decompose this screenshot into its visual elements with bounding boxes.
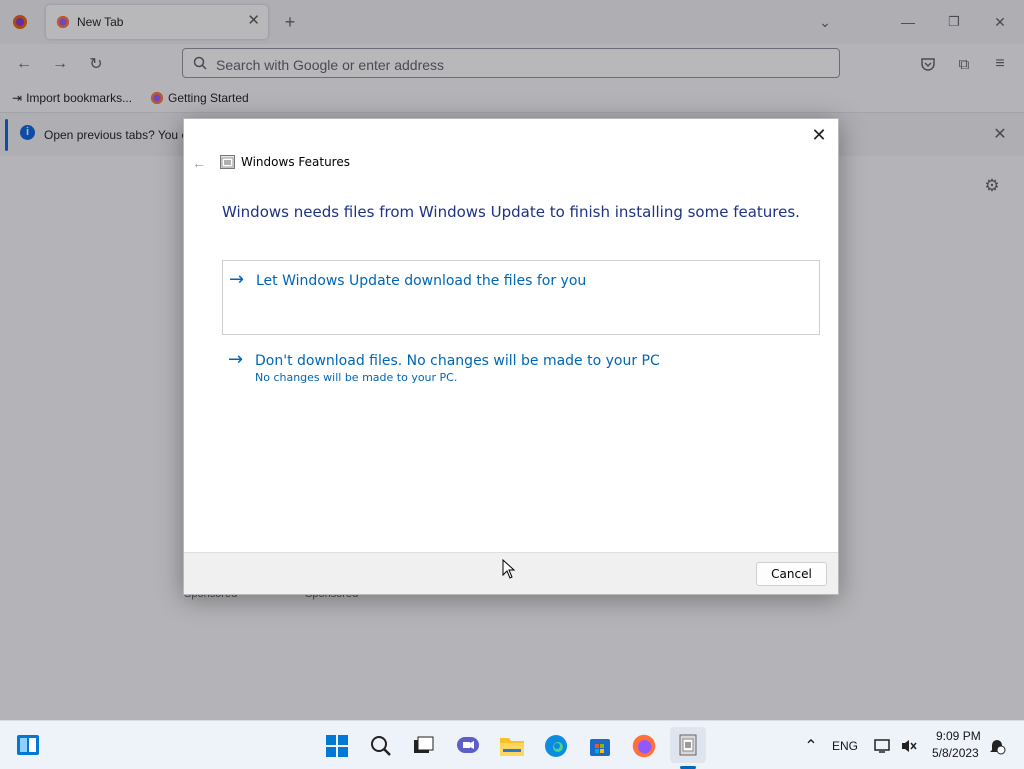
dialog-back-icon[interactable]: ← <box>190 155 208 171</box>
windows-features-taskbar-icon[interactable] <box>670 727 706 763</box>
option-dont-download[interactable]: → Don't download files. No changes will … <box>222 341 820 391</box>
clock-time[interactable]: 9:09 PM <box>936 729 981 743</box>
option-label: Let Windows Update download the files fo… <box>256 273 587 289</box>
clock-date[interactable]: 5/8/2023 <box>932 746 979 760</box>
chat-icon[interactable] <box>455 733 481 759</box>
windows-features-icon <box>220 155 235 169</box>
chevron-up-icon[interactable]: ⌃ <box>798 733 824 759</box>
option-description: No changes will be made to your PC. <box>255 371 458 384</box>
taskbar: ⌃ ENG 9:09 PM 5/8/2023 <box>0 720 1024 769</box>
taskbar-search-icon[interactable] <box>368 733 394 759</box>
task-view-icon[interactable] <box>410 733 436 759</box>
widgets-icon[interactable] <box>15 732 41 758</box>
arrow-right-icon: → <box>228 349 244 370</box>
firefox-icon[interactable] <box>631 733 657 759</box>
cancel-button[interactable]: Cancel <box>756 562 827 586</box>
store-icon[interactable] <box>587 733 613 759</box>
dialog-title: Windows Features <box>241 155 350 169</box>
option-label: Don't download files. No changes will be… <box>255 353 660 369</box>
volume-icon[interactable] <box>896 733 922 759</box>
windows-start-icon[interactable] <box>324 733 350 759</box>
network-icon[interactable] <box>870 733 896 759</box>
arrow-right-icon: → <box>229 269 245 290</box>
dialog-heading: Windows needs files from Windows Update … <box>222 203 800 221</box>
mouse-cursor-icon <box>502 559 516 579</box>
dialog-close-icon[interactable]: ✕ <box>806 123 832 147</box>
notification-icon[interactable] <box>984 733 1010 759</box>
edge-icon[interactable] <box>543 733 569 759</box>
file-explorer-icon[interactable] <box>499 733 525 759</box>
windows-features-dialog: ✕ ← Windows Features Windows needs files… <box>183 118 839 595</box>
option-download-via-windows-update[interactable]: → Let Windows Update download the files … <box>222 260 820 335</box>
language-indicator[interactable]: ENG <box>832 739 858 753</box>
